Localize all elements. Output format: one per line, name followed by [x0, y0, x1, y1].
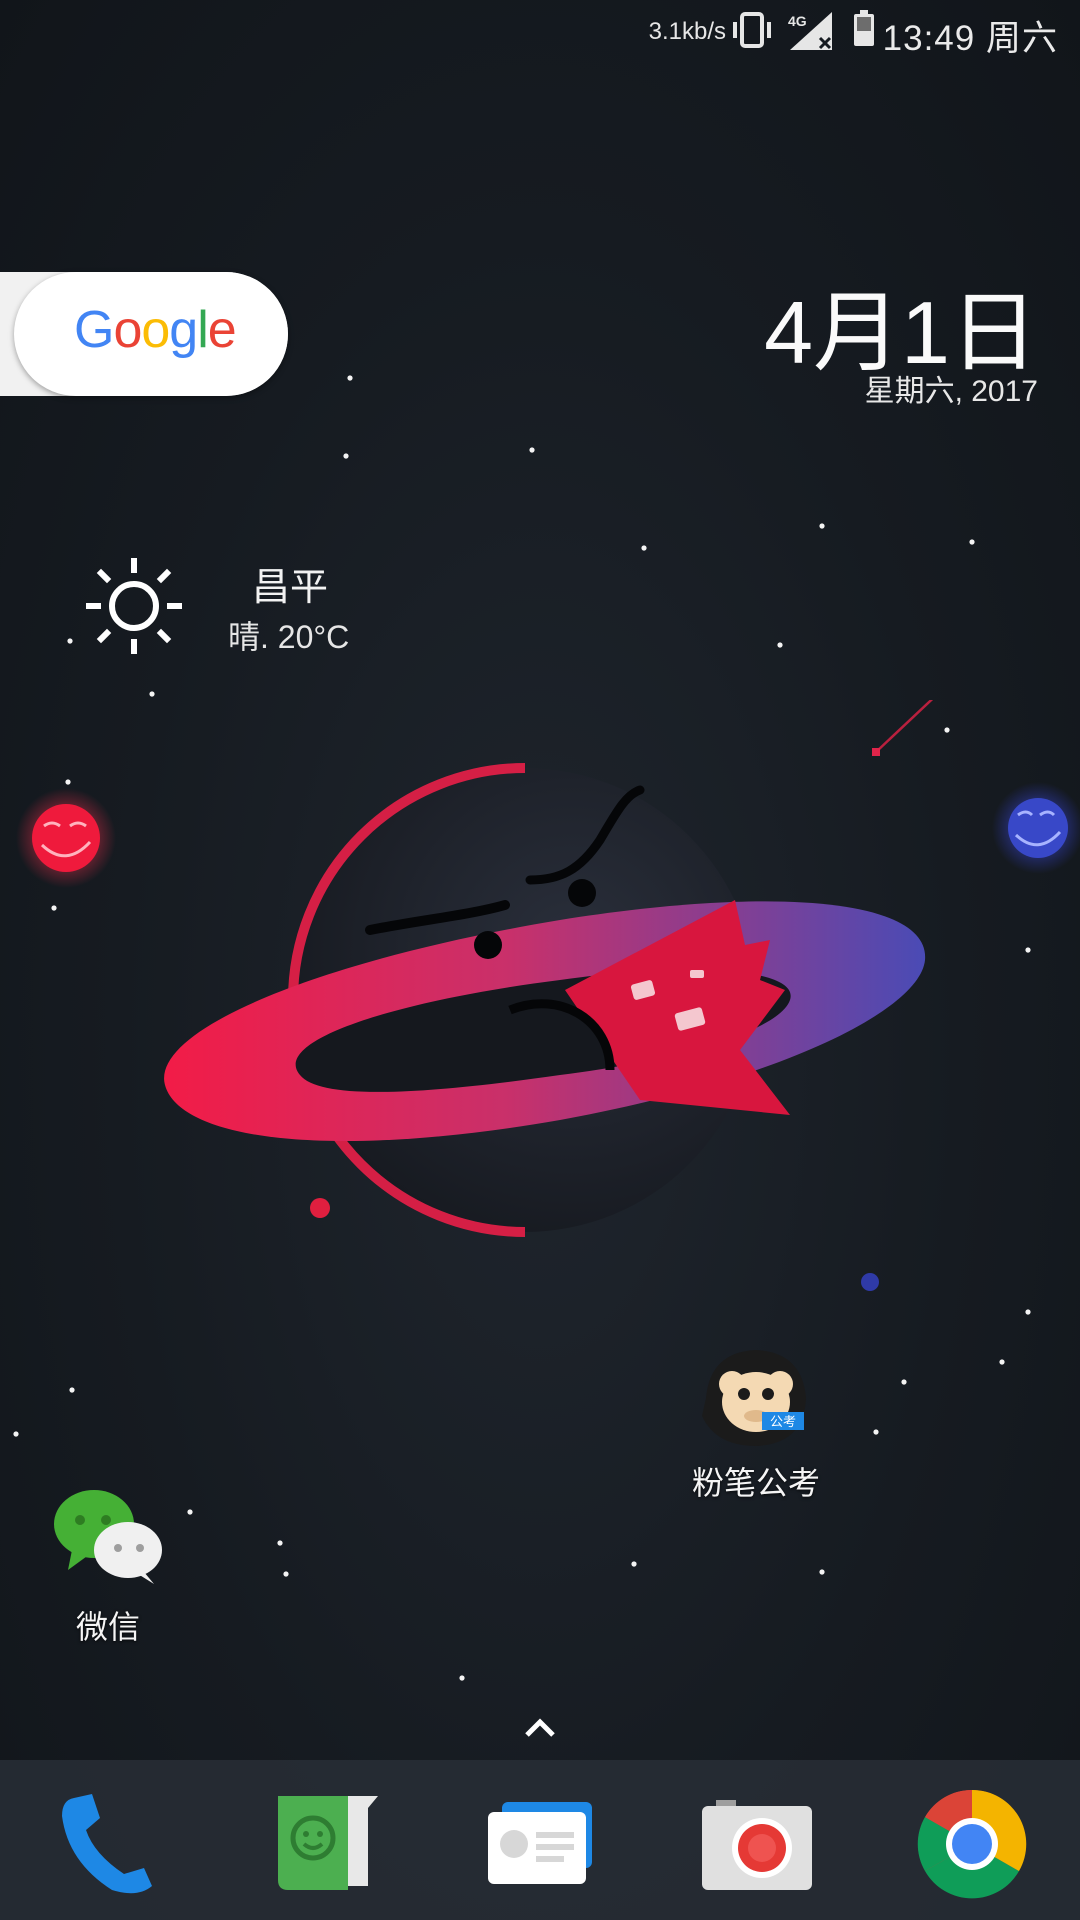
status-bar: 3.1kb/s 4G 13:49 周六 — [0, 0, 1080, 62]
star — [819, 523, 825, 529]
chevron-up-icon[interactable] — [524, 1716, 556, 1743]
star — [969, 539, 975, 545]
star — [13, 1431, 19, 1437]
google-logo-letter: l — [197, 301, 209, 359]
star — [283, 1571, 289, 1577]
star — [187, 1509, 193, 1515]
fenbi-monkey-icon: 公考 — [702, 1350, 806, 1446]
weather-city[interactable]: 昌平 — [252, 556, 328, 611]
clock-weekday-year[interactable]: 星期六, 2017 — [865, 366, 1038, 410]
fenbi-badge: 公考 — [770, 1415, 796, 1430]
chrome-icon[interactable] — [914, 1786, 1030, 1902]
google-logo-letter: g — [169, 301, 198, 359]
star — [529, 447, 535, 453]
contacts-icon[interactable] — [482, 1786, 598, 1902]
wechat-icon — [54, 1490, 162, 1584]
star — [149, 691, 155, 697]
star — [343, 453, 349, 459]
star — [777, 642, 783, 648]
app-fenbi[interactable]: 公考 粉笔公考 — [672, 1346, 840, 1504]
star — [641, 545, 647, 551]
messaging-icon[interactable] — [264, 1786, 380, 1902]
phone-icon[interactable] — [52, 1786, 168, 1902]
app-label: 粉笔公考 — [691, 1465, 820, 1501]
wallpaper-planet-art — [16, 700, 1080, 1291]
star — [347, 375, 353, 381]
sun-icon[interactable] — [85, 557, 183, 659]
status-clock: 13:49 周六 — [882, 19, 1058, 58]
google-logo-letter: G — [74, 301, 114, 359]
google-logo-letter: o — [141, 301, 170, 359]
signal-4g-icon: 4G — [786, 10, 836, 59]
battery-icon — [852, 10, 876, 53]
star — [67, 638, 73, 644]
google-logo[interactable]: Google — [74, 300, 237, 360]
network-speed: 3.1kb/s — [648, 18, 726, 45]
vibrate-icon — [728, 12, 776, 53]
app-label: 微信 — [75, 1609, 140, 1645]
star — [459, 1675, 465, 1681]
google-logo-letter: e — [207, 301, 237, 359]
star — [819, 1569, 825, 1575]
star — [277, 1540, 283, 1546]
network-type: 4G — [788, 13, 807, 29]
star — [631, 1561, 637, 1567]
app-wechat[interactable]: 微信 — [36, 1486, 180, 1648]
camera-icon[interactable] — [698, 1786, 814, 1902]
star — [873, 1429, 879, 1435]
google-logo-letter: o — [113, 301, 142, 359]
weather-condition[interactable]: 晴. 20°C — [228, 612, 349, 658]
